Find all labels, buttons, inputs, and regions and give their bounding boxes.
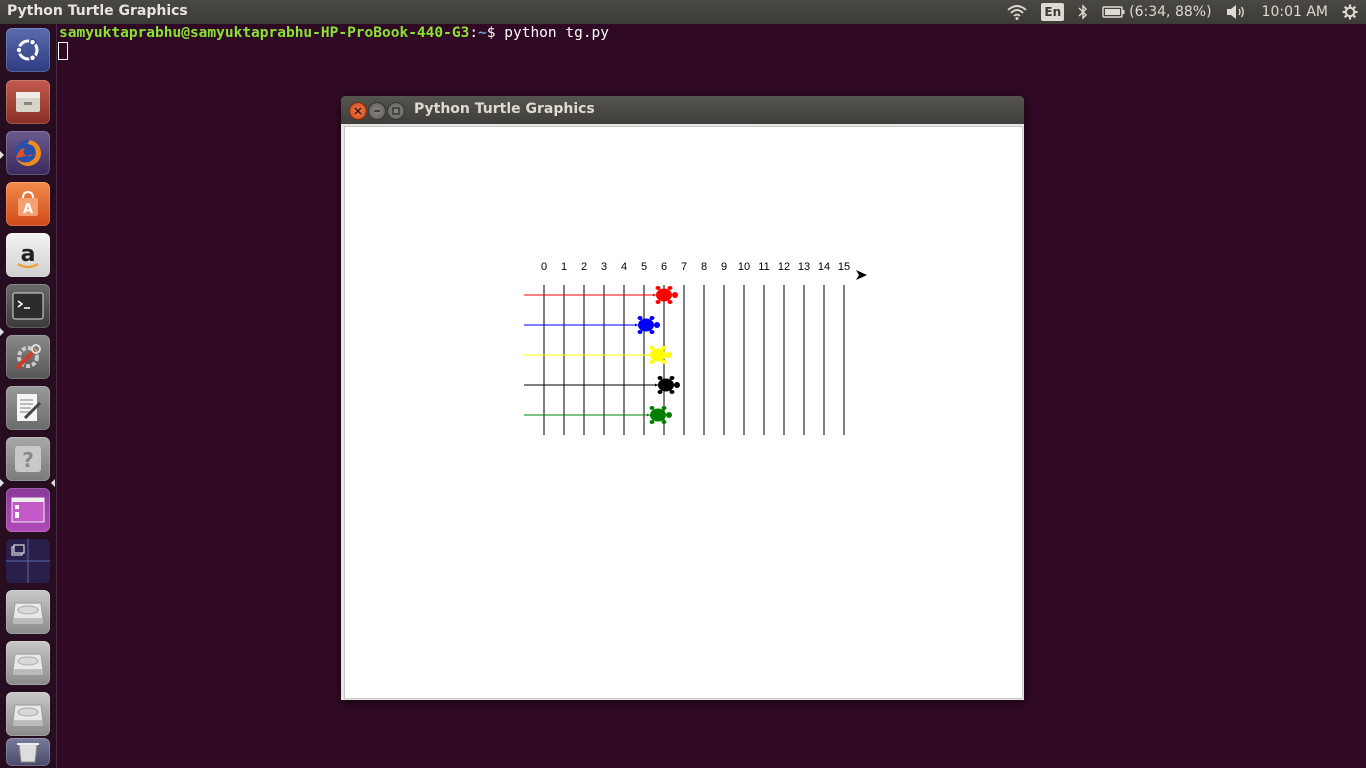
terminal-path: ~ xyxy=(478,25,487,41)
terminal-cursor xyxy=(58,42,68,60)
battery-indicator[interactable]: (6:34, 88%) xyxy=(1102,0,1212,24)
svg-text:?: ? xyxy=(22,448,34,472)
help-launcher-item[interactable]: ? xyxy=(6,437,50,481)
terminal-user-host: samyuktaprabhu@samyuktaprabhu-HP-ProBook… xyxy=(59,25,470,41)
workspace-switcher-launcher-item[interactable] xyxy=(6,539,50,583)
hard-drive-icon xyxy=(12,602,44,624)
pen-cursor-arrow xyxy=(856,270,867,280)
trash-icon xyxy=(17,743,39,763)
image-viewer-launcher-item[interactable] xyxy=(6,488,50,532)
volume-icon[interactable] xyxy=(1226,0,1248,24)
track-label: 4 xyxy=(621,261,627,273)
track-label: 15 xyxy=(838,261,850,273)
focused-indicator xyxy=(51,479,55,487)
turtle-icon xyxy=(655,376,680,394)
battery-icon xyxy=(1102,6,1125,18)
close-icon xyxy=(354,107,362,115)
terminal-prompt-symbol: $ xyxy=(486,25,505,41)
file-cabinet-icon xyxy=(16,92,40,112)
terminal-launcher-item[interactable] xyxy=(6,284,50,328)
keyboard-layout-indicator[interactable]: En xyxy=(1041,0,1065,24)
drive-launcher-item-3[interactable] xyxy=(6,692,50,736)
bluetooth-icon[interactable] xyxy=(1078,0,1088,24)
firefox-launcher-item[interactable] xyxy=(6,131,50,175)
window-titlebar[interactable]: Python Turtle Graphics xyxy=(341,96,1024,124)
text-editor-launcher-item[interactable] xyxy=(6,386,50,430)
track-label: 7 xyxy=(681,261,687,273)
clock-text: 10:01 AM xyxy=(1261,4,1328,20)
turtle-icon xyxy=(647,346,672,364)
keyboard-layout-label: En xyxy=(1041,3,1065,21)
system-settings-launcher-item[interactable] xyxy=(6,335,50,379)
wifi-icon[interactable] xyxy=(1007,0,1028,24)
firefox-icon xyxy=(15,140,41,166)
running-indicator xyxy=(0,328,4,336)
track-label: 3 xyxy=(601,261,607,273)
track-label: 2 xyxy=(581,261,587,273)
track-label: 13 xyxy=(798,261,810,273)
system-gear-icon[interactable] xyxy=(1342,0,1358,24)
terminal-prompt-line: samyuktaprabhu@samyuktaprabhu-HP-ProBook… xyxy=(59,25,609,41)
active-window-title: Python Turtle Graphics xyxy=(7,3,188,19)
turtle-icon xyxy=(635,316,660,334)
running-indicator xyxy=(0,479,4,487)
terminal-command: python tg.py xyxy=(504,25,610,41)
running-indicator xyxy=(0,151,4,159)
track-label: 1 xyxy=(561,261,567,273)
drive-launcher-item-1[interactable] xyxy=(6,590,50,634)
image-viewer-icon xyxy=(11,497,45,523)
amazon-launcher-item[interactable]: a xyxy=(6,233,50,277)
track-label: 6 xyxy=(661,261,667,273)
clock[interactable]: 10:01 AM xyxy=(1262,0,1328,24)
turtle-icon xyxy=(647,406,672,424)
question-mark-icon: ? xyxy=(15,446,41,472)
minimize-icon xyxy=(374,110,380,112)
shopping-bag-icon: A xyxy=(18,190,38,217)
track-label: 14 xyxy=(818,261,830,273)
amazon-icon: a xyxy=(17,242,39,268)
maximize-icon xyxy=(392,107,400,115)
settings-tools-icon xyxy=(15,344,41,370)
top-panel: Python Turtle Graphics En (6:34, 88%) 10… xyxy=(0,0,1366,24)
files-launcher-item[interactable] xyxy=(6,80,50,124)
battery-text: (6:34, 88%) xyxy=(1129,4,1212,20)
workspace-switcher-icon xyxy=(6,539,50,583)
track-label: 12 xyxy=(778,261,790,273)
terminal-icon xyxy=(12,292,44,320)
track-label: 5 xyxy=(641,261,647,273)
close-button[interactable] xyxy=(349,102,367,120)
maximize-button[interactable] xyxy=(387,102,405,120)
launcher: A a ? xyxy=(0,24,57,768)
ubuntu-logo-icon xyxy=(15,38,39,62)
track-label: 10 xyxy=(738,261,750,273)
track-label: 0 xyxy=(541,261,547,273)
track-label: 8 xyxy=(701,261,707,273)
indicator-area: En (6:34, 88%) 10:01 AM xyxy=(1000,0,1366,24)
race-drawing: 0 1 2 3 4 5 6 7 8 9 10 11 12 13 14 15 xyxy=(524,261,867,435)
turtle-graphics-window: Python Turtle Graphics 0 1 2 3 4 5 6 7 8 9 10 11 12 1… xyxy=(341,96,1024,700)
dash-home-button[interactable] xyxy=(6,28,50,72)
hard-drive-icon xyxy=(12,653,44,675)
svg-text:A: A xyxy=(23,202,33,217)
hard-drive-icon xyxy=(12,704,44,726)
svg-text:a: a xyxy=(21,242,36,267)
ubuntu-software-launcher-item[interactable]: A xyxy=(6,182,50,226)
drive-launcher-item-2[interactable] xyxy=(6,641,50,685)
trash-launcher-item[interactable] xyxy=(6,738,50,766)
minimize-button[interactable] xyxy=(368,102,386,120)
turtle-canvas: 0 1 2 3 4 5 6 7 8 9 10 11 12 13 14 15 xyxy=(344,126,1023,699)
window-title: Python Turtle Graphics xyxy=(414,101,595,117)
terminal-colon: : xyxy=(469,25,479,41)
track-label: 11 xyxy=(758,261,769,273)
turtle-icon xyxy=(653,286,678,304)
text-editor-icon xyxy=(17,394,42,421)
track-label: 9 xyxy=(721,261,727,273)
